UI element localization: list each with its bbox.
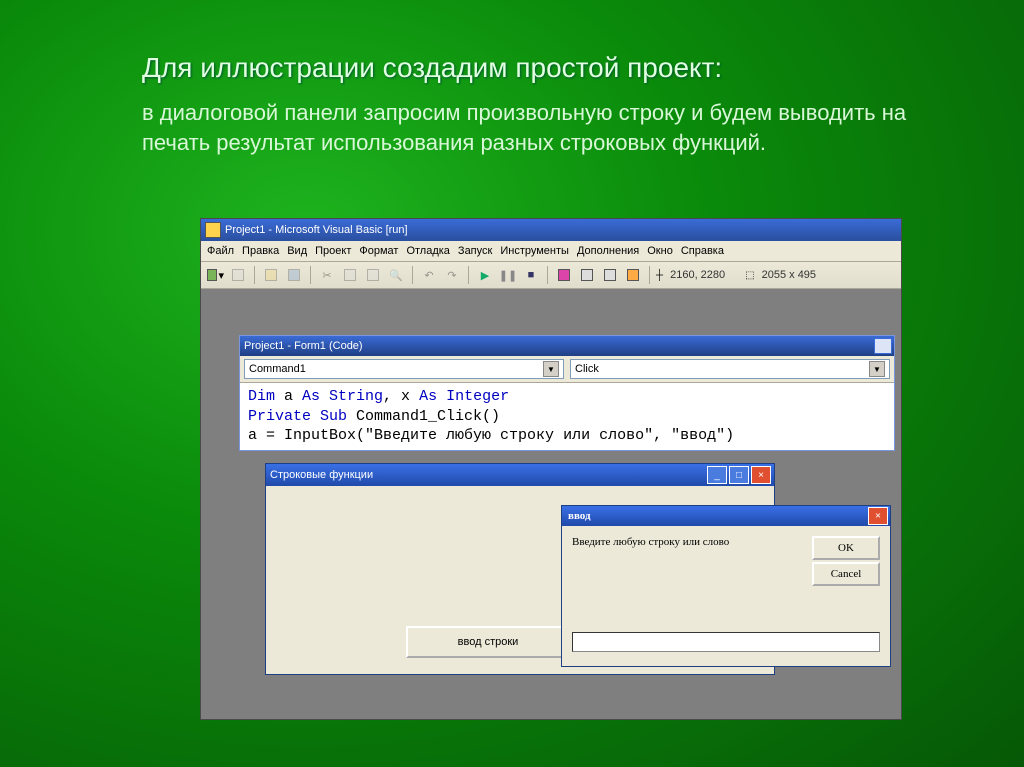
code-title-text: Project1 - Form1 (Code) — [244, 340, 363, 352]
find-icon: 🔍 — [386, 265, 406, 285]
form-titlebar[interactable]: Строковые функции _ □ × — [266, 464, 774, 486]
menu-addins[interactable]: Дополнения — [577, 245, 639, 257]
menu-bar[interactable]: Файл Правка Вид Проект Формат Отладка За… — [201, 241, 901, 262]
maximize-icon[interactable]: □ — [729, 466, 749, 484]
inputbox-title-text: ввод — [568, 510, 591, 522]
menu-help[interactable]: Справка — [681, 245, 724, 257]
toolbox-icon[interactable] — [623, 265, 643, 285]
ide-titlebar[interactable]: Project1 - Microsoft Visual Basic [run] — [201, 219, 901, 241]
code-line-2: Private Sub Command1_Click() — [248, 407, 886, 427]
addform-icon[interactable]: ▾ — [205, 265, 225, 285]
chevron-down-icon[interactable]: ▼ — [543, 361, 559, 377]
menu-tools[interactable]: Инструменты — [500, 245, 569, 257]
redo-icon: ↷ — [442, 265, 462, 285]
addmodule-icon — [228, 265, 248, 285]
properties-icon[interactable] — [577, 265, 597, 285]
procedure-combo-value: Click — [575, 363, 599, 375]
object-browser-icon[interactable] — [600, 265, 620, 285]
menu-project[interactable]: Проект — [315, 245, 351, 257]
inputbox-titlebar[interactable]: ввод × — [562, 506, 890, 526]
enter-string-button[interactable]: ввод строки — [406, 626, 570, 658]
code-titlebar[interactable]: Project1 - Form1 (Code) — [240, 336, 894, 356]
ok-button[interactable]: OK — [812, 536, 880, 560]
save-icon — [284, 265, 304, 285]
procedure-combo[interactable]: Click ▼ — [570, 359, 890, 379]
form-title-text: Строковые функции — [270, 469, 373, 481]
object-combo[interactable]: Command1 ▼ — [244, 359, 564, 379]
minimize-icon[interactable] — [874, 338, 892, 354]
stop-icon[interactable]: ■ — [521, 265, 541, 285]
pause-icon[interactable]: ❚❚ — [498, 265, 518, 285]
run-icon[interactable]: ▶ — [475, 265, 495, 285]
slide-title: Для иллюстрации создадим простой проект: — [0, 0, 1024, 84]
app-icon — [205, 222, 221, 238]
minimize-icon[interactable]: _ — [707, 466, 727, 484]
copy-icon — [340, 265, 360, 285]
inputbox-prompt: Введите любую строку или слово — [572, 536, 729, 548]
open-icon — [261, 265, 281, 285]
menu-format[interactable]: Формат — [359, 245, 398, 257]
code-line-1: Dim a As String, x As Integer — [248, 387, 886, 407]
cut-icon: ✂ — [317, 265, 337, 285]
menu-run[interactable]: Запуск — [458, 245, 492, 257]
undo-icon: ↶ — [419, 265, 439, 285]
project-explorer-icon[interactable] — [554, 265, 574, 285]
paste-icon — [363, 265, 383, 285]
code-window: Project1 - Form1 (Code) Command1 ▼ Click… — [239, 335, 895, 451]
menu-edit[interactable]: Правка — [242, 245, 279, 257]
object-combo-value: Command1 — [249, 363, 306, 375]
code-line-3: a = InputBox("Введите любую строку или с… — [248, 426, 886, 446]
cancel-button[interactable]: Cancel — [812, 562, 880, 586]
menu-window[interactable]: Окно — [647, 245, 673, 257]
toolbar: ▾ ✂ 🔍 ↶ ↷ ▶ ❚❚ ■ ┼ 2160, 2280 ⬚ 2055 x 4… — [201, 262, 901, 289]
close-icon[interactable]: × — [751, 466, 771, 484]
combo-row: Command1 ▼ Click ▼ — [240, 356, 894, 383]
close-icon[interactable]: × — [868, 507, 888, 525]
vb-ide-window: Project1 - Microsoft Visual Basic [run] … — [200, 218, 902, 720]
inputbox-field[interactable] — [572, 632, 880, 652]
coord-size: 2055 x 495 — [762, 269, 816, 281]
ide-title-text: Project1 - Microsoft Visual Basic [run] — [225, 224, 408, 236]
slide-subtitle: в диалоговой панели запросим произвольну… — [0, 84, 1024, 157]
code-area[interactable]: Dim a As String, x As Integer Private Su… — [240, 383, 894, 450]
menu-file[interactable]: Файл — [207, 245, 234, 257]
coord-pos: 2160, 2280 — [670, 269, 725, 281]
menu-debug[interactable]: Отладка — [406, 245, 449, 257]
menu-view[interactable]: Вид — [287, 245, 307, 257]
inputbox-dialog: ввод × Введите любую строку или слово OK… — [561, 505, 891, 667]
chevron-down-icon[interactable]: ▼ — [869, 361, 885, 377]
